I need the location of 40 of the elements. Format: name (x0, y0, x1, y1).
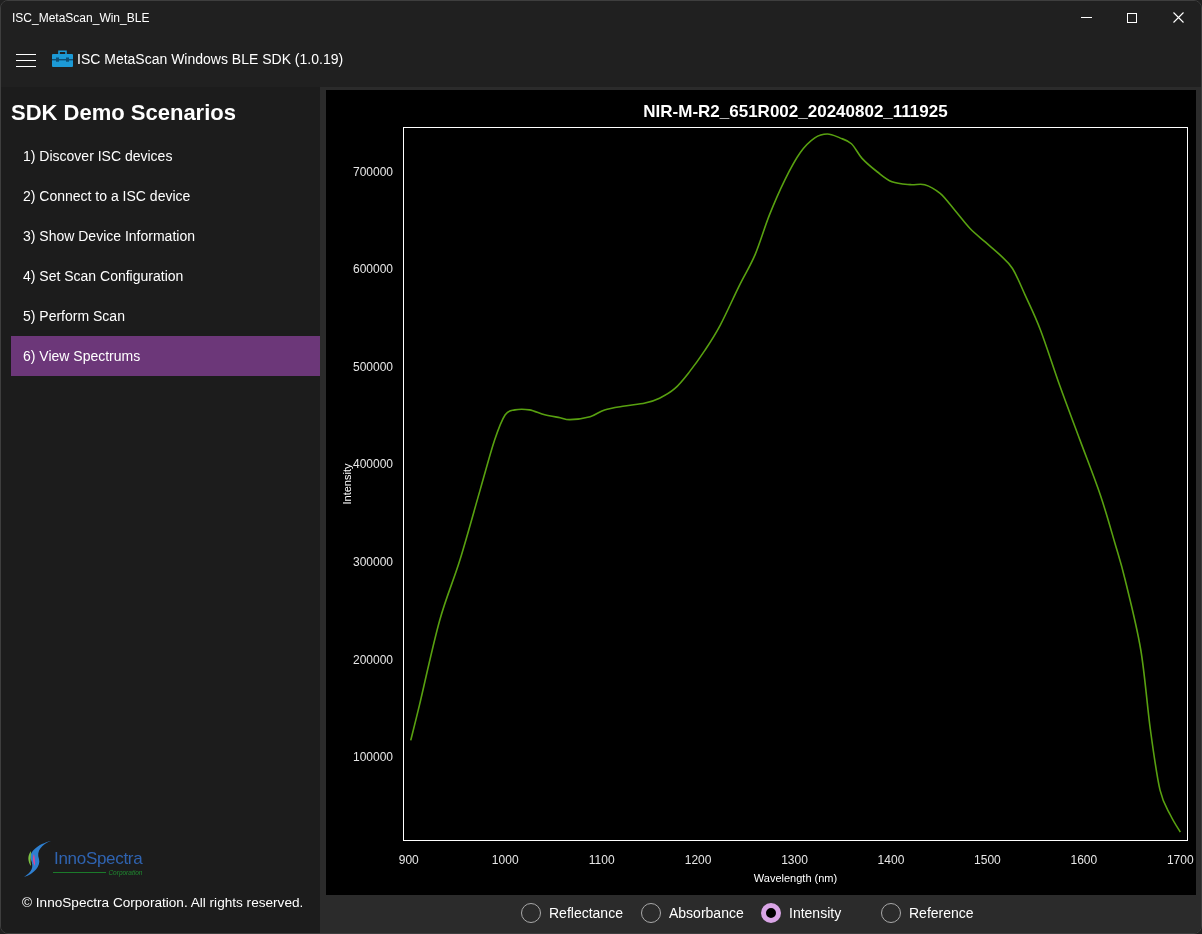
x-tick-label: 1100 (588, 853, 615, 867)
y-axis-label: Intensity (341, 463, 353, 505)
nav-item[interactable]: 1) Discover ISC devices (11, 136, 320, 176)
logo-wordmark: InnoSpectra (54, 850, 143, 868)
copyright-text: © InnoSpectra Corporation. All rights reserved. (21, 894, 305, 912)
menu-button[interactable] (15, 52, 37, 69)
y-tick-label: 100000 (352, 750, 393, 764)
nav-item[interactable]: 2) Connect to a ISC device (11, 176, 320, 216)
minimize-icon (1080, 17, 1092, 18)
x-tick-label: 1400 (877, 853, 905, 867)
radio-button[interactable]: Intensity (761, 902, 881, 923)
radio-button[interactable]: Reflectance (521, 902, 641, 923)
chart-title: NIR-M-R2_651R002_20240802_111925 (643, 101, 948, 121)
y-tick-label: 300000 (352, 555, 393, 569)
radio-button[interactable]: Reference (881, 902, 1001, 923)
x-axis-label: Wavelength (nm) (753, 872, 838, 884)
app-title: ISC MetaScan Windows BLE SDK (1.0.19) (77, 50, 344, 67)
x-tick-label: 1000 (491, 853, 519, 867)
y-tick-label: 500000 (352, 360, 393, 374)
x-tick-label: 1500 (974, 853, 1001, 867)
radio-button[interactable]: Absorbance (641, 902, 761, 923)
y-tick-label: 600000 (352, 262, 393, 277)
y-tick-label: 700000 (352, 165, 393, 179)
nav-item[interactable]: 4) Set Scan Configuration (11, 256, 320, 296)
nav-item[interactable]: 5) Perform Scan (11, 296, 320, 336)
sidebar-title: SDK Demo Scenarios (10, 99, 237, 127)
x-tick-label: 1700 (1166, 853, 1194, 867)
maximize-icon (1127, 12, 1137, 23)
y-tick-label: 200000 (352, 652, 393, 667)
toolbox-icon (52, 49, 73, 67)
x-tick-label: 1300 (781, 853, 808, 867)
y-tick-label: 400000 (352, 457, 393, 472)
nav-item[interactable]: 3) Show Device Information (11, 216, 320, 256)
x-tick-label: 900 (398, 853, 419, 867)
x-tick-label: 1600 (1070, 853, 1098, 867)
menu-icon (16, 54, 36, 67)
window-title: ISC_MetaScan_Win_BLE (11, 10, 151, 25)
close-icon (1172, 12, 1184, 23)
nav-item[interactable]: 6) View Spectrums (11, 336, 320, 376)
x-tick-label: 1200 (684, 853, 712, 867)
